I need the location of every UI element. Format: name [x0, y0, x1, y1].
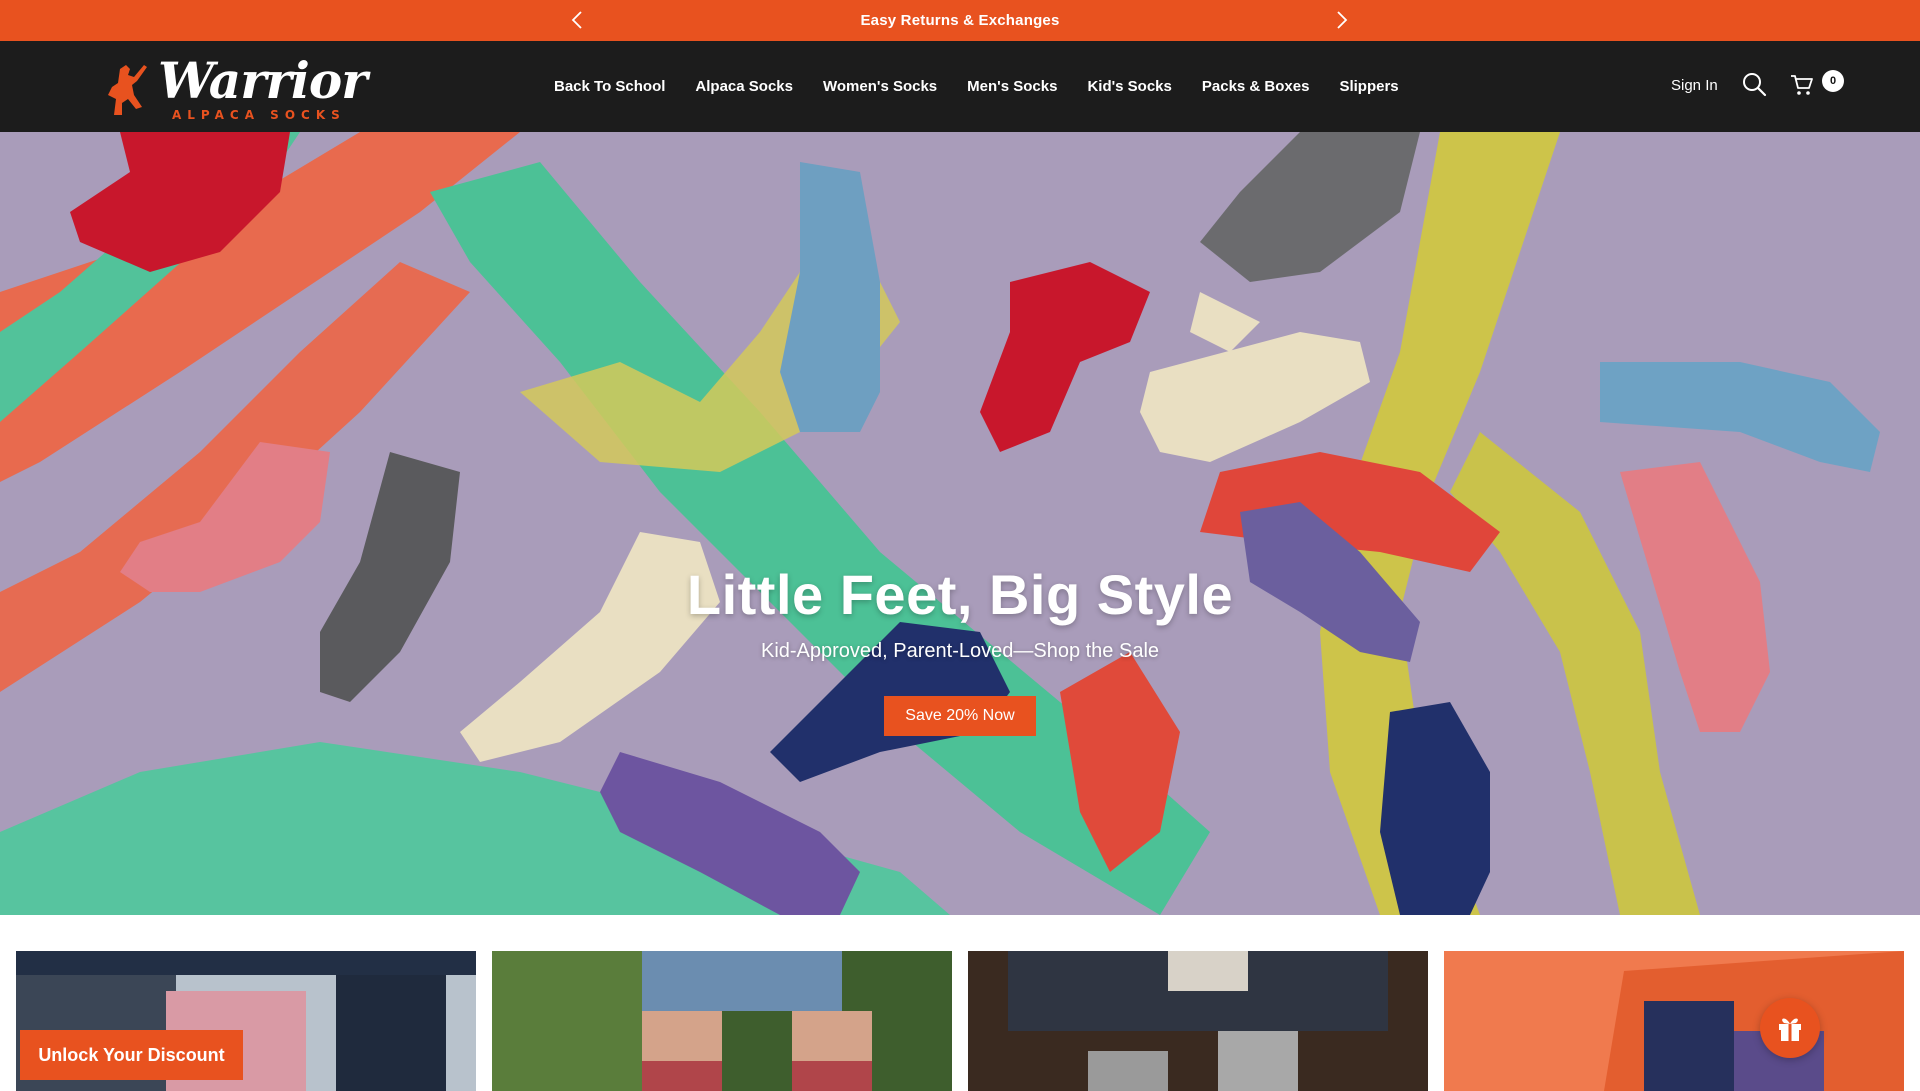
hero-subtitle: Kid-Approved, Parent-Loved—Shop the Sale [760, 640, 1160, 662]
brand-name: Warrior [158, 51, 368, 110]
nav-item-kids-socks[interactable]: Kid's Socks [1087, 78, 1171, 95]
warrior-figure-icon [108, 65, 147, 115]
gift-icon [1779, 1018, 1801, 1041]
nav-item-alpaca-socks[interactable]: Alpaca Socks [695, 78, 793, 95]
brand-logo[interactable]: Warrior ALPACA SOCKS [100, 51, 368, 123]
nav-item-packs-boxes[interactable]: Packs & Boxes [1202, 78, 1310, 95]
tile-4-image [1444, 951, 1904, 1091]
gift-button[interactable] [1760, 998, 1820, 1058]
chevron-left-icon [571, 11, 582, 29]
chevron-right-icon [1337, 11, 1348, 29]
announcement-message: Easy Returns & Exchanges [860, 12, 1060, 29]
nav-item-slippers[interactable]: Slippers [1339, 78, 1398, 95]
cart-count-badge: 0 [1822, 70, 1844, 92]
tile-2-image [492, 951, 952, 1091]
announcement-bar: Easy Returns & Exchanges [0, 0, 1920, 41]
category-tile-2[interactable] [492, 951, 952, 1091]
hero-image [0, 132, 1920, 915]
nav-item-mens-socks[interactable]: Men's Socks [967, 78, 1057, 95]
main-nav: Back To School Alpaca Socks Women's Sock… [554, 41, 1429, 132]
announcement-next-button[interactable] [1330, 8, 1354, 32]
nav-item-back-to-school[interactable]: Back To School [554, 78, 665, 95]
unlock-discount-button[interactable]: Unlock Your Discount [20, 1030, 243, 1080]
announcement-prev-button[interactable] [565, 8, 589, 32]
nav-item-womens-socks[interactable]: Women's Socks [823, 78, 937, 95]
sign-in-link[interactable]: Sign In [1671, 77, 1718, 94]
site-header: Warrior ALPACA SOCKS Back To School Alpa… [0, 41, 1920, 132]
search-icon[interactable] [1741, 71, 1767, 97]
hero-cta-button[interactable]: Save 20% Now [884, 696, 1036, 736]
tile-3-image [968, 951, 1428, 1091]
category-tile-3[interactable] [968, 951, 1428, 1091]
cart-icon[interactable] [1790, 73, 1814, 97]
hero-title: Little Feet, Big Style [686, 563, 1234, 626]
hero-banner: Little Feet, Big Style Kid-Approved, Par… [0, 132, 1920, 915]
category-tile-4[interactable] [1444, 951, 1904, 1091]
category-tiles [0, 915, 1920, 1091]
brand-tagline: ALPACA SOCKS [172, 108, 346, 122]
